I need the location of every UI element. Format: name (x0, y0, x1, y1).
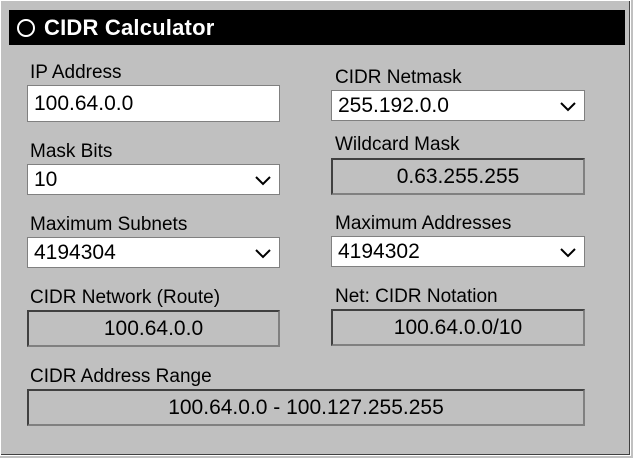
cidr-netmask-select[interactable]: 255.192.0.0 (331, 90, 585, 121)
ip-address-label: IP Address (30, 62, 122, 83)
cidr-address-range-label: CIDR Address Range (30, 366, 212, 387)
net-cidr-notation-output: 100.64.0.0/10 (331, 309, 585, 346)
cidr-address-range-output: 100.64.0.0 - 100.127.255.255 (27, 389, 585, 426)
chevron-down-icon (560, 101, 576, 111)
wildcard-mask-output: 0.63.255.255 (331, 158, 585, 195)
title-bar[interactable]: CIDR Calculator (9, 10, 625, 45)
chevron-down-icon (560, 247, 576, 257)
cidr-netmask-value: 255.192.0.0 (338, 93, 449, 117)
maximum-subnets-select[interactable]: 4194304 (27, 237, 280, 268)
cidr-network-value: 100.64.0.0 (103, 316, 204, 340)
circle-icon[interactable] (17, 18, 35, 37)
maximum-addresses-value: 4194302 (338, 239, 420, 263)
wildcard-mask-value: 0.63.255.255 (396, 164, 520, 188)
cidr-address-range-value: 100.64.0.0 - 100.127.255.255 (168, 395, 444, 419)
window-title: CIDR Calculator (44, 14, 215, 40)
cidr-calculator-window: CIDR Calculator IP Address CIDR Netmask … (0, 0, 631, 456)
net-cidr-notation-value: 100.64.0.0/10 (393, 315, 523, 339)
maximum-addresses-select[interactable]: 4194302 (331, 236, 585, 267)
cidr-network-output: 100.64.0.0 (27, 310, 280, 347)
chevron-down-icon (255, 248, 271, 258)
maximum-subnets-label: Maximum Subnets (30, 214, 188, 235)
net-cidr-notation-label: Net: CIDR Notation (335, 286, 498, 307)
mask-bits-label: Mask Bits (30, 141, 113, 162)
cidr-network-label: CIDR Network (Route) (30, 287, 221, 308)
ip-address-input[interactable] (27, 85, 280, 122)
maximum-addresses-label: Maximum Addresses (335, 213, 512, 234)
mask-bits-select[interactable]: 10 (27, 164, 280, 195)
cidr-netmask-label: CIDR Netmask (335, 67, 462, 88)
mask-bits-value: 10 (34, 167, 58, 191)
chevron-down-icon (255, 175, 271, 185)
maximum-subnets-value: 4194304 (34, 240, 116, 264)
wildcard-mask-label: Wildcard Mask (335, 134, 460, 155)
